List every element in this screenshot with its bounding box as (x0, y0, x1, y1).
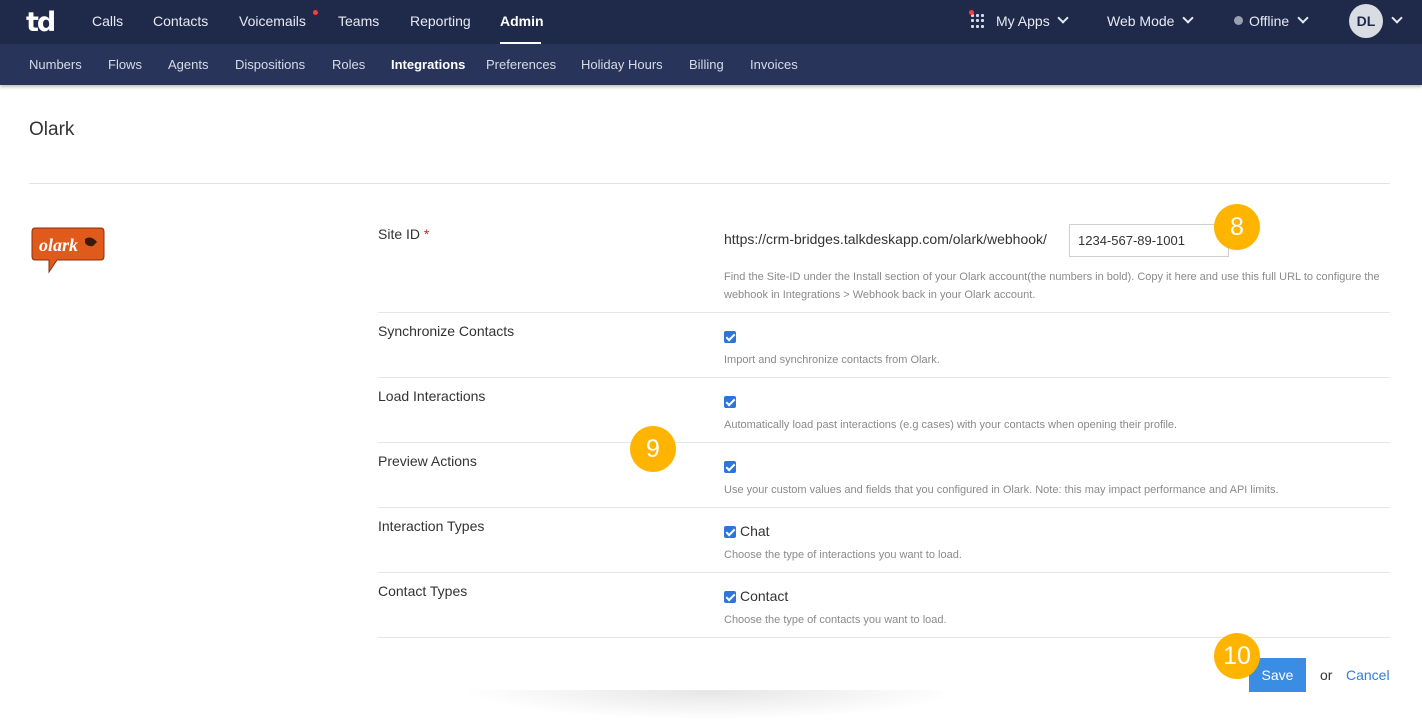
or-text: or (1320, 667, 1333, 683)
step-marker-9: 9 (630, 426, 676, 472)
sync-contacts-label: Synchronize Contacts (378, 323, 515, 339)
preview-actions-checkbox[interactable] (724, 461, 736, 473)
subnav-integrations[interactable]: Integrations (391, 57, 465, 72)
chevron-down-icon[interactable] (1391, 12, 1403, 24)
olark-logo: olark (31, 226, 105, 281)
interaction-types-label: Interaction Types (378, 518, 485, 534)
chevron-down-icon[interactable] (1297, 12, 1309, 24)
step-marker-10: 10 (1214, 633, 1260, 679)
voicemails-notification-dot (313, 10, 318, 15)
nav-admin[interactable]: Admin (500, 13, 544, 29)
web-mode-menu[interactable]: Web Mode (1107, 13, 1174, 29)
subnav-billing[interactable]: Billing (689, 57, 724, 72)
site-id-input[interactable] (1069, 224, 1229, 257)
apps-notification-dot (969, 10, 974, 15)
chevron-down-icon[interactable] (1182, 12, 1194, 24)
nav-contacts[interactable]: Contacts (153, 13, 208, 29)
svg-text:olark: olark (39, 235, 78, 255)
my-apps-menu[interactable]: My Apps (996, 13, 1050, 29)
row-divider (378, 377, 1390, 378)
top-navigation-bar: td Calls Contacts Voicemails Teams Repor… (0, 0, 1422, 45)
subnav-numbers[interactable]: Numbers (29, 57, 82, 72)
site-id-label: Site ID * (378, 226, 430, 242)
chevron-down-icon[interactable] (1057, 12, 1069, 24)
sync-contacts-checkbox[interactable] (724, 331, 736, 343)
page-title: Olark (29, 119, 75, 140)
subnav-roles[interactable]: Roles (332, 57, 365, 72)
chat-option-label[interactable]: Chat (740, 523, 770, 539)
row-divider (378, 442, 1390, 443)
nav-teams[interactable]: Teams (338, 13, 379, 29)
step-marker-8: 8 (1214, 204, 1260, 250)
apps-grid-icon[interactable] (971, 14, 985, 28)
subnav-preferences[interactable]: Preferences (486, 57, 556, 72)
chat-checkbox[interactable] (724, 526, 736, 538)
row-divider (378, 507, 1390, 508)
nav-reporting[interactable]: Reporting (410, 13, 471, 29)
subnav-dispositions[interactable]: Dispositions (235, 57, 305, 72)
interaction-types-help: Choose the type of interactions you want… (724, 549, 962, 561)
status-menu[interactable]: Offline (1249, 13, 1289, 29)
contact-types-help: Choose the type of contacts you want to … (724, 614, 947, 626)
webhook-url-prefix: https://crm-bridges.talkdeskapp.com/olar… (724, 231, 1047, 247)
contact-types-label: Contact Types (378, 583, 468, 599)
site-id-help-text: Find the Site-ID under the Install secti… (724, 271, 1380, 301)
talkdesk-logo[interactable]: td (26, 7, 56, 38)
user-avatar[interactable]: DL (1349, 4, 1383, 38)
admin-sub-navigation: Numbers Flows Agents Dispositions Roles … (0, 44, 1422, 85)
status-dot-icon (1234, 16, 1243, 25)
load-interactions-help: Automatically load past interactions (e.… (724, 419, 1178, 431)
preview-actions-help: Use your custom values and fields that y… (724, 484, 1279, 496)
load-interactions-label: Load Interactions (378, 388, 486, 404)
divider (29, 183, 1390, 184)
subnav-flows[interactable]: Flows (108, 57, 142, 72)
subnav-invoices[interactable]: Invoices (750, 57, 798, 72)
subnav-agents[interactable]: Agents (168, 57, 208, 72)
row-divider (378, 572, 1390, 573)
bottom-shadow (460, 690, 960, 720)
cancel-link[interactable]: Cancel (1346, 667, 1390, 683)
contact-option-label[interactable]: Contact (740, 588, 788, 604)
preview-actions-label: Preview Actions (378, 453, 477, 469)
nav-calls[interactable]: Calls (92, 13, 123, 29)
sync-contacts-help: Import and synchronize contacts from Ola… (724, 354, 940, 366)
load-interactions-checkbox[interactable] (724, 396, 736, 408)
nav-voicemails[interactable]: Voicemails (239, 13, 306, 29)
contact-checkbox[interactable] (724, 591, 736, 603)
subnav-holiday-hours[interactable]: Holiday Hours (581, 57, 663, 72)
row-divider (378, 312, 1390, 313)
